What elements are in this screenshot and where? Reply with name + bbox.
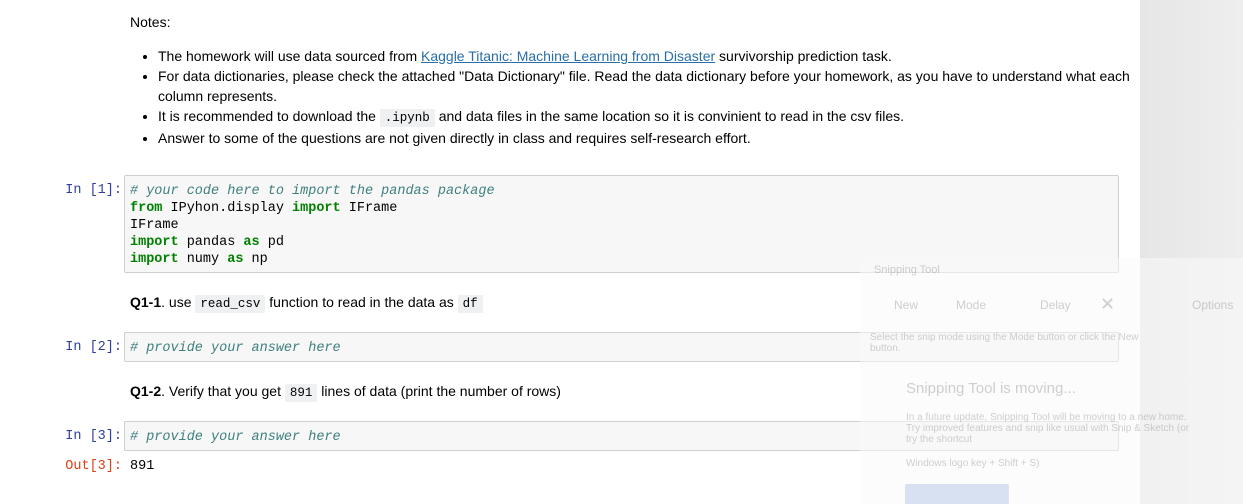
snip-title: Snipping Tool	[874, 264, 940, 276]
snip-mode-button[interactable]: Mode	[956, 298, 986, 312]
question-text: . use	[161, 294, 196, 310]
snip-delay-button[interactable]: Delay	[1040, 298, 1071, 312]
close-icon[interactable]: ✕	[1100, 294, 1115, 315]
question-text: . Verify that you get	[161, 383, 285, 399]
notes-label: Notes:	[130, 14, 171, 30]
try-snip-sketch-button[interactable]	[905, 484, 1009, 504]
notes-bullet-2: For data dictionaries, please check the …	[158, 66, 1138, 106]
snip-options-button[interactable]: Options	[1192, 298, 1233, 312]
bullet-text: and data files in the same location so i…	[434, 108, 905, 124]
question-q1-2: Q1-2. Verify that you get 891 lines of d…	[130, 383, 561, 402]
question-number: Q1-2	[130, 383, 162, 399]
output-prompt-3: Out[3]:	[65, 459, 122, 474]
bullet-text: survivorship prediction task.	[715, 48, 892, 64]
keyword: from	[130, 201, 163, 216]
snip-new-button[interactable]: New	[894, 298, 918, 312]
input-prompt-1: In [1]:	[65, 183, 122, 198]
input-prompt-2: In [2]:	[65, 340, 122, 355]
question-text: lines of data (print the number of rows)	[317, 383, 561, 399]
question-number: Q1-1	[130, 294, 162, 310]
code-text: IPyhon.display	[162, 201, 293, 216]
notes-bullet-1: The homework will use data sourced from …	[158, 46, 1138, 66]
bullet-text: The homework will use data sourced from	[158, 48, 421, 64]
output-value-3: 891	[130, 459, 155, 474]
notes-bullet-3: It is recommended to download the .ipynb…	[158, 106, 1138, 128]
code-text: pd	[259, 235, 284, 250]
code-text: IFrame	[130, 218, 179, 233]
snipping-tool-window: Snipping Tool New Mode Delay ✕ Options S…	[860, 258, 1243, 504]
notes-bullet-4: Answer to some of the questions are not …	[158, 128, 1138, 148]
input-prompt-3: In [3]:	[65, 429, 122, 444]
code-comment: # your code here to import the pandas pa…	[130, 184, 495, 199]
bullet-text: It is recommended to download the	[158, 108, 380, 124]
snip-shortcut: Windows logo key + Shift + S)	[906, 458, 1040, 469]
inline-code-read-csv: read_csv	[195, 295, 266, 313]
inline-code-ipynb: .ipynb	[379, 109, 435, 127]
snip-hint: Select the snip mode using the Mode butt…	[870, 332, 1139, 354]
code-comment: # provide your answer here	[130, 430, 341, 445]
question-q1-1: Q1-1. use read_csv function to read in t…	[130, 294, 483, 313]
inline-code-891: 891	[284, 384, 318, 402]
question-text: function to read in the data as	[265, 294, 458, 310]
keyword: import	[130, 252, 179, 267]
snip-moving-title: Snipping Tool is moving...	[906, 380, 1076, 397]
code-comment: # provide your answer here	[130, 341, 341, 356]
code-text: IFrame	[340, 201, 398, 216]
snip-moving-body: In a future update, Snipping Tool will b…	[906, 412, 1190, 445]
inline-code-df: df	[457, 295, 483, 313]
notes-list: The homework will use data sourced from …	[130, 46, 1138, 148]
keyword: as	[227, 252, 244, 267]
keyword: as	[243, 235, 260, 250]
kaggle-titanic-link[interactable]: Kaggle Titanic: Machine Learning from Di…	[421, 48, 715, 64]
keyword: import	[130, 235, 179, 250]
keyword: import	[292, 201, 341, 216]
code-text: np	[243, 252, 268, 267]
code-text: pandas	[178, 235, 244, 250]
code-text: numy	[178, 252, 228, 267]
